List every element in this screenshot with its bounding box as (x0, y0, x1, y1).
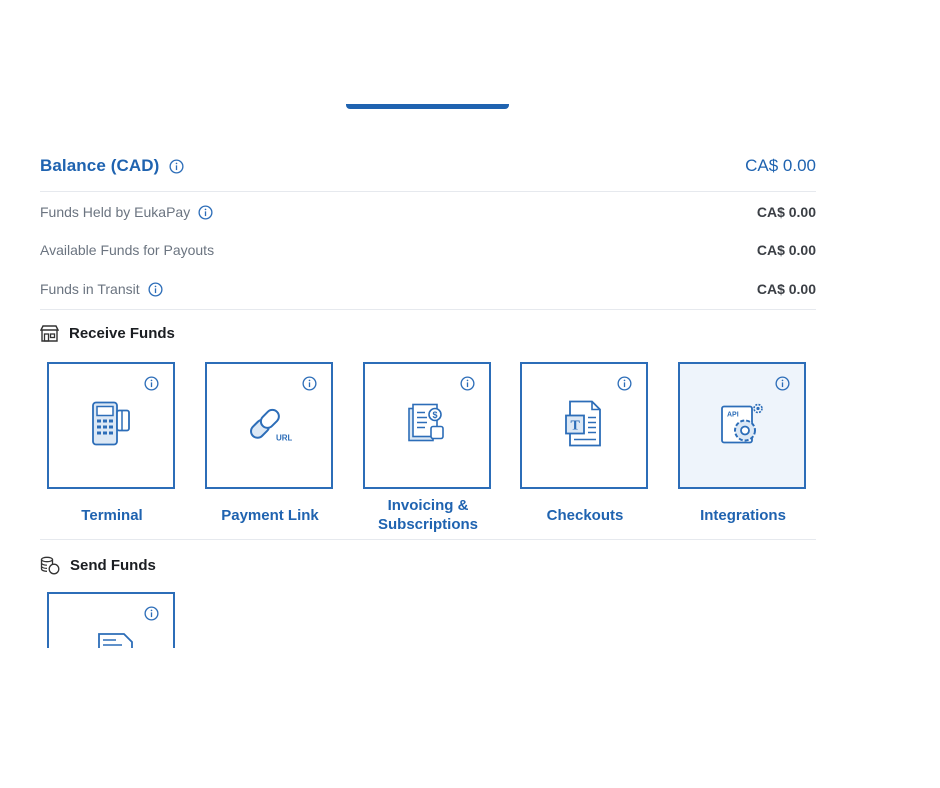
balance-title: Balance (CAD) (40, 156, 160, 175)
payment-link-label[interactable]: Payment Link (190, 506, 350, 525)
info-icon[interactable] (144, 606, 159, 621)
integrations-label[interactable]: Integrations (663, 506, 823, 525)
divider (40, 191, 816, 192)
info-icon[interactable] (198, 204, 213, 220)
balance-amount: CA$ 0.00 (745, 156, 816, 175)
send-funds-header: Send Funds (40, 556, 156, 575)
fund-label: Funds in Transit (40, 281, 140, 297)
svg-text:T: T (571, 418, 581, 433)
svg-text:API: API (727, 411, 739, 418)
send-tile-clip (47, 592, 179, 648)
info-icon[interactable] (775, 376, 790, 391)
fund-row-available: Available Funds for Payouts CA$ 0.00 (40, 240, 816, 260)
receive-funds-header: Receive Funds (40, 325, 175, 342)
section-title: Send Funds (70, 557, 156, 574)
send-funds-tile[interactable] (47, 592, 175, 648)
fund-label: Funds Held by EukaPay (40, 204, 191, 220)
info-icon[interactable] (148, 281, 163, 297)
active-tab-indicator (346, 104, 509, 109)
invoicing-tile[interactable]: $ (363, 362, 491, 489)
coins-icon (40, 556, 60, 575)
divider (40, 309, 816, 310)
info-icon[interactable] (617, 376, 632, 391)
section-title: Receive Funds (69, 325, 175, 342)
payment-link-tile[interactable]: URL (205, 362, 333, 489)
divider (40, 539, 816, 540)
checkouts-label[interactable]: Checkouts (505, 506, 665, 525)
terminal-icon (89, 400, 133, 451)
fund-value: CA$ 0.00 (756, 242, 816, 258)
fund-row-transit: Funds in Transit CA$ 0.00 (40, 279, 816, 299)
fund-value: CA$ 0.00 (756, 281, 816, 297)
fund-row-held: Funds Held by EukaPay CA$ 0.00 (40, 202, 816, 222)
svg-text:URL: URL (276, 433, 292, 442)
info-icon[interactable] (169, 158, 184, 174)
fund-value: CA$ 0.00 (756, 204, 816, 220)
invoicing-label-line2: Subscriptions (377, 516, 478, 533)
invoicing-label[interactable]: Invoicing & Subscriptions (348, 496, 508, 534)
info-icon[interactable] (144, 376, 159, 391)
storefront-icon (40, 325, 59, 342)
balance-header: Balance (CAD) CA$ 0.00 (40, 155, 816, 177)
document-icon (98, 632, 134, 648)
checkout-document-icon: T (562, 399, 606, 452)
svg-text:$: $ (433, 410, 438, 420)
invoicing-label-line1: Invoicing & (387, 497, 469, 514)
info-icon[interactable] (460, 376, 475, 391)
info-icon[interactable] (302, 376, 317, 391)
integrations-tile[interactable]: API (678, 362, 806, 489)
terminal-tile[interactable] (47, 362, 175, 489)
link-url-icon: URL (246, 402, 293, 449)
fund-label: Available Funds for Payouts (40, 242, 215, 258)
api-gear-icon: API (718, 400, 766, 451)
terminal-label[interactable]: Terminal (32, 506, 192, 525)
checkouts-tile[interactable]: T (520, 362, 648, 489)
invoice-icon: $ (405, 400, 449, 451)
